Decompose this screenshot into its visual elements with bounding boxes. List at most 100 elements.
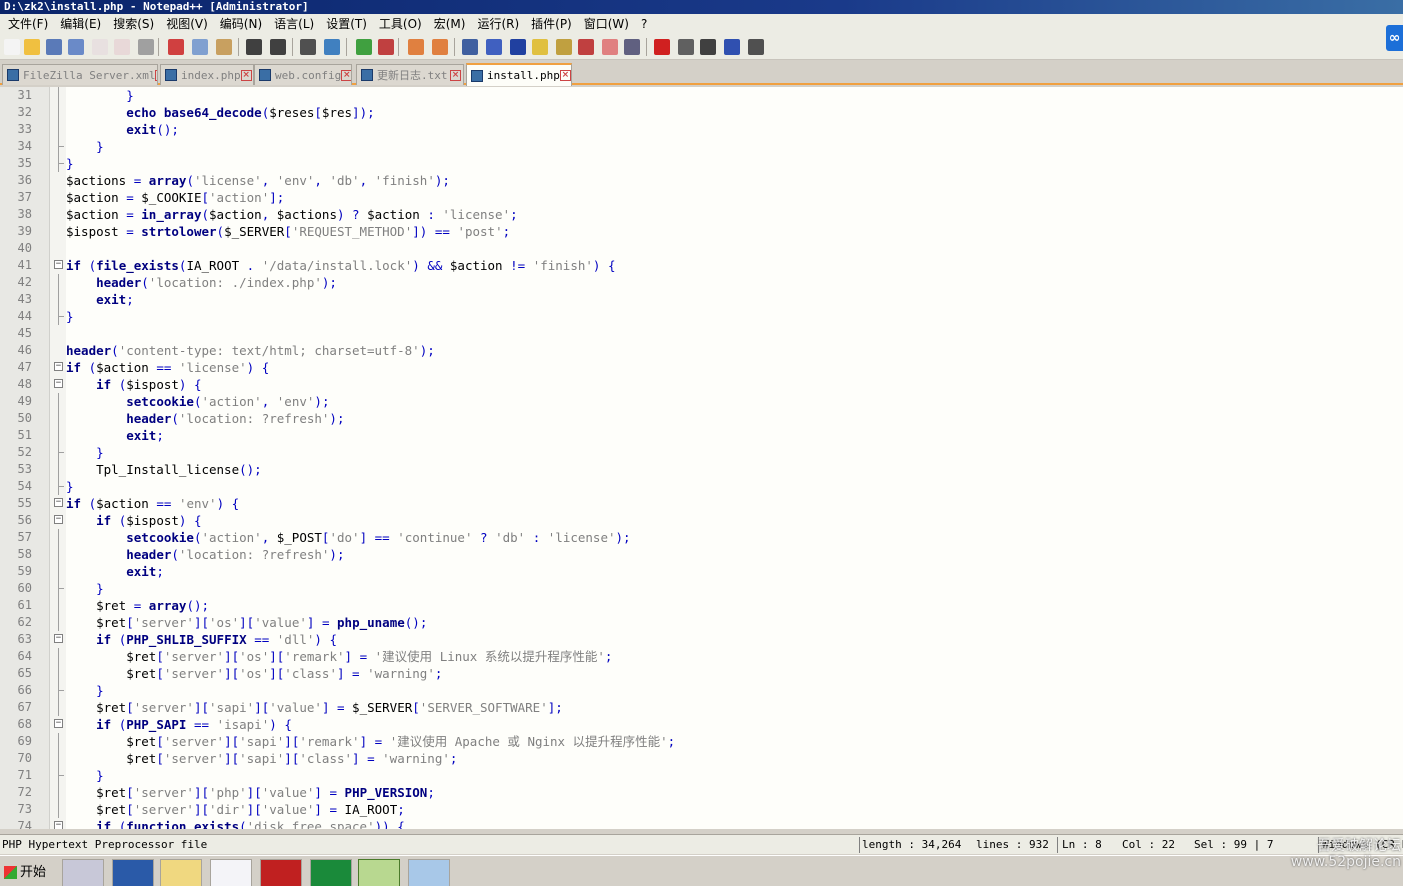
code-line[interactable]: 39 $ispost = strtolower($_SERVER['REQUEST… xyxy=(0,223,1403,240)
play-macro-icon[interactable] xyxy=(700,39,716,55)
fold-toggle-icon[interactable]: − xyxy=(54,634,63,643)
code-line[interactable]: 53 Tpl_Install_license(); xyxy=(0,461,1403,478)
powershell-icon[interactable] xyxy=(112,859,154,886)
menu-item[interactable]: ? xyxy=(635,14,653,34)
menu-item[interactable]: 语言(L) xyxy=(268,14,320,34)
paste-icon[interactable] xyxy=(216,39,232,55)
close-tab-icon[interactable]: × xyxy=(240,69,252,81)
tab-document[interactable]: FileZilla Server.xml× xyxy=(2,64,158,85)
fold-toggle-icon[interactable]: − xyxy=(54,821,63,829)
close-tab-icon[interactable]: × xyxy=(155,69,157,81)
run-macro-multiple-icon[interactable] xyxy=(724,39,740,55)
sync-h-icon[interactable] xyxy=(432,39,448,55)
code-line[interactable]: 31 } xyxy=(0,87,1403,104)
code-line[interactable]: 47 − if ($action == 'license') { xyxy=(0,359,1403,376)
menu-item[interactable]: 宏(M) xyxy=(428,14,472,34)
udl-icon[interactable] xyxy=(532,39,548,55)
code-line[interactable]: 48 − if ($ispost) { xyxy=(0,376,1403,393)
fold-toggle-icon[interactable]: − xyxy=(54,498,63,507)
code-line[interactable]: 43 exit; xyxy=(0,291,1403,308)
code-line[interactable]: 58 header('location: ?refresh'); xyxy=(0,546,1403,563)
code-line[interactable]: 74 − if (function_exists('disk_free_space… xyxy=(0,818,1403,829)
redo-icon[interactable] xyxy=(270,39,286,55)
code-line[interactable]: 45 xyxy=(0,325,1403,342)
code-line[interactable]: 49 setcookie('action', 'env'); xyxy=(0,393,1403,410)
undo-icon[interactable] xyxy=(246,39,262,55)
fold-toggle-icon[interactable]: − xyxy=(54,362,63,371)
code-line[interactable]: 62 $ret['server']['os']['value'] = php_u… xyxy=(0,614,1403,631)
fold-toggle-icon[interactable]: − xyxy=(54,260,63,269)
fold-toggle-icon[interactable]: − xyxy=(54,515,63,524)
code-line[interactable]: 65 $ret['server']['os']['class'] = 'warn… xyxy=(0,665,1403,682)
code-line[interactable]: 42 header('location: ./index.php'); xyxy=(0,274,1403,291)
code-line[interactable]: 34 } xyxy=(0,138,1403,155)
close-icon[interactable] xyxy=(92,39,108,55)
code-line[interactable]: 52 } xyxy=(0,444,1403,461)
code-line[interactable]: 67 $ret['server']['sapi']['value'] = $_S… xyxy=(0,699,1403,716)
menu-item[interactable]: 运行(R) xyxy=(471,14,525,34)
replace-icon[interactable] xyxy=(324,39,340,55)
code-line[interactable]: 59 exit; xyxy=(0,563,1403,580)
code-line[interactable]: 73 $ret['server']['dir']['value'] = IA_R… xyxy=(0,801,1403,818)
tab-document[interactable]: index.php × xyxy=(160,64,254,85)
code-line[interactable]: 66 } xyxy=(0,682,1403,699)
fold-toggle-icon[interactable]: − xyxy=(54,719,63,728)
menu-item[interactable]: 编码(N) xyxy=(214,14,268,34)
bt-panel-icon[interactable] xyxy=(310,859,352,886)
code-line[interactable]: 51 exit; xyxy=(0,427,1403,444)
cut-icon[interactable] xyxy=(168,39,184,55)
code-line[interactable]: 32 echo base64_decode($reses[$res]); xyxy=(0,104,1403,121)
baidu-netdisk-icon[interactable] xyxy=(210,859,252,886)
show-all-chars-icon[interactable] xyxy=(486,39,502,55)
code-line[interactable]: 64 $ret['server']['os']['remark'] = '建议使… xyxy=(0,648,1403,665)
code-line[interactable]: 68 − if (PHP_SAPI == 'isapi') { xyxy=(0,716,1403,733)
menu-item[interactable]: 编辑(E) xyxy=(54,14,107,34)
code-line[interactable]: 40 xyxy=(0,240,1403,257)
code-line[interactable]: 35} xyxy=(0,155,1403,172)
side-panel-icon[interactable]: ∞ xyxy=(1386,25,1403,51)
notepad-icon[interactable] xyxy=(408,859,450,886)
new-file-icon[interactable] xyxy=(4,39,20,55)
code-editor[interactable]: 31 } 32 echo base64_decode($reses[$res]);… xyxy=(0,87,1403,829)
code-line[interactable]: 71 } xyxy=(0,767,1403,784)
tab-document[interactable]: web.config × xyxy=(254,64,352,85)
menu-item[interactable]: 插件(P) xyxy=(525,14,578,34)
notepadpp-task-icon[interactable] xyxy=(358,859,400,886)
code-line[interactable]: 60 } xyxy=(0,580,1403,597)
code-line[interactable]: 55 − if ($action == 'env') { xyxy=(0,495,1403,512)
start-button[interactable]: 开始 xyxy=(2,860,46,885)
close-tab-icon[interactable]: × xyxy=(341,69,351,81)
fold-toggle-icon[interactable]: − xyxy=(54,379,63,388)
sync-v-icon[interactable] xyxy=(408,39,424,55)
explorer-folder-icon[interactable] xyxy=(160,859,202,886)
code-line[interactable]: 46 header('content-type: text/html; chars… xyxy=(0,342,1403,359)
code-line[interactable]: 63 − if (PHP_SHLIB_SUFFIX == 'dll') { xyxy=(0,631,1403,648)
zoom-in-icon[interactable] xyxy=(356,39,372,55)
close-tab-icon[interactable]: × xyxy=(450,69,461,81)
menu-item[interactable]: 设置(T) xyxy=(320,14,373,34)
code-line[interactable]: 41 − if (file_exists(IA_ROOT . '/data/inst… xyxy=(0,257,1403,274)
indent-guide-icon[interactable] xyxy=(510,39,526,55)
record-macro-icon[interactable] xyxy=(654,39,670,55)
code-line[interactable]: 72 $ret['server']['php']['value'] = PHP_… xyxy=(0,784,1403,801)
zoom-out-icon[interactable] xyxy=(378,39,394,55)
function-list-icon[interactable] xyxy=(578,39,594,55)
open-file-icon[interactable] xyxy=(24,39,40,55)
save-icon[interactable] xyxy=(46,39,62,55)
code-line[interactable]: 37 $action = $_COOKIE['action']; xyxy=(0,189,1403,206)
close-tab-icon[interactable]: × xyxy=(559,70,571,81)
print-icon[interactable] xyxy=(138,39,154,55)
copy-icon[interactable] xyxy=(192,39,208,55)
menu-item[interactable]: 文件(F) xyxy=(2,14,54,34)
tab-document[interactable]: 更新日志.txt × xyxy=(356,64,464,85)
server-manager-icon[interactable] xyxy=(62,859,104,886)
code-line[interactable]: 70 $ret['server']['sapi']['class'] = 'wa… xyxy=(0,750,1403,767)
code-line[interactable]: 38 $action = in_array($action, $actions) … xyxy=(0,206,1403,223)
menu-item[interactable]: 工具(O) xyxy=(373,14,428,34)
code-line[interactable]: 44} xyxy=(0,308,1403,325)
save-macro-icon[interactable] xyxy=(748,39,764,55)
code-line[interactable]: 61 $ret = array(); xyxy=(0,597,1403,614)
code-line[interactable]: 56 − if ($ispost) { xyxy=(0,512,1403,529)
menu-item[interactable]: 窗口(W) xyxy=(578,14,635,34)
close-all-icon[interactable] xyxy=(114,39,130,55)
